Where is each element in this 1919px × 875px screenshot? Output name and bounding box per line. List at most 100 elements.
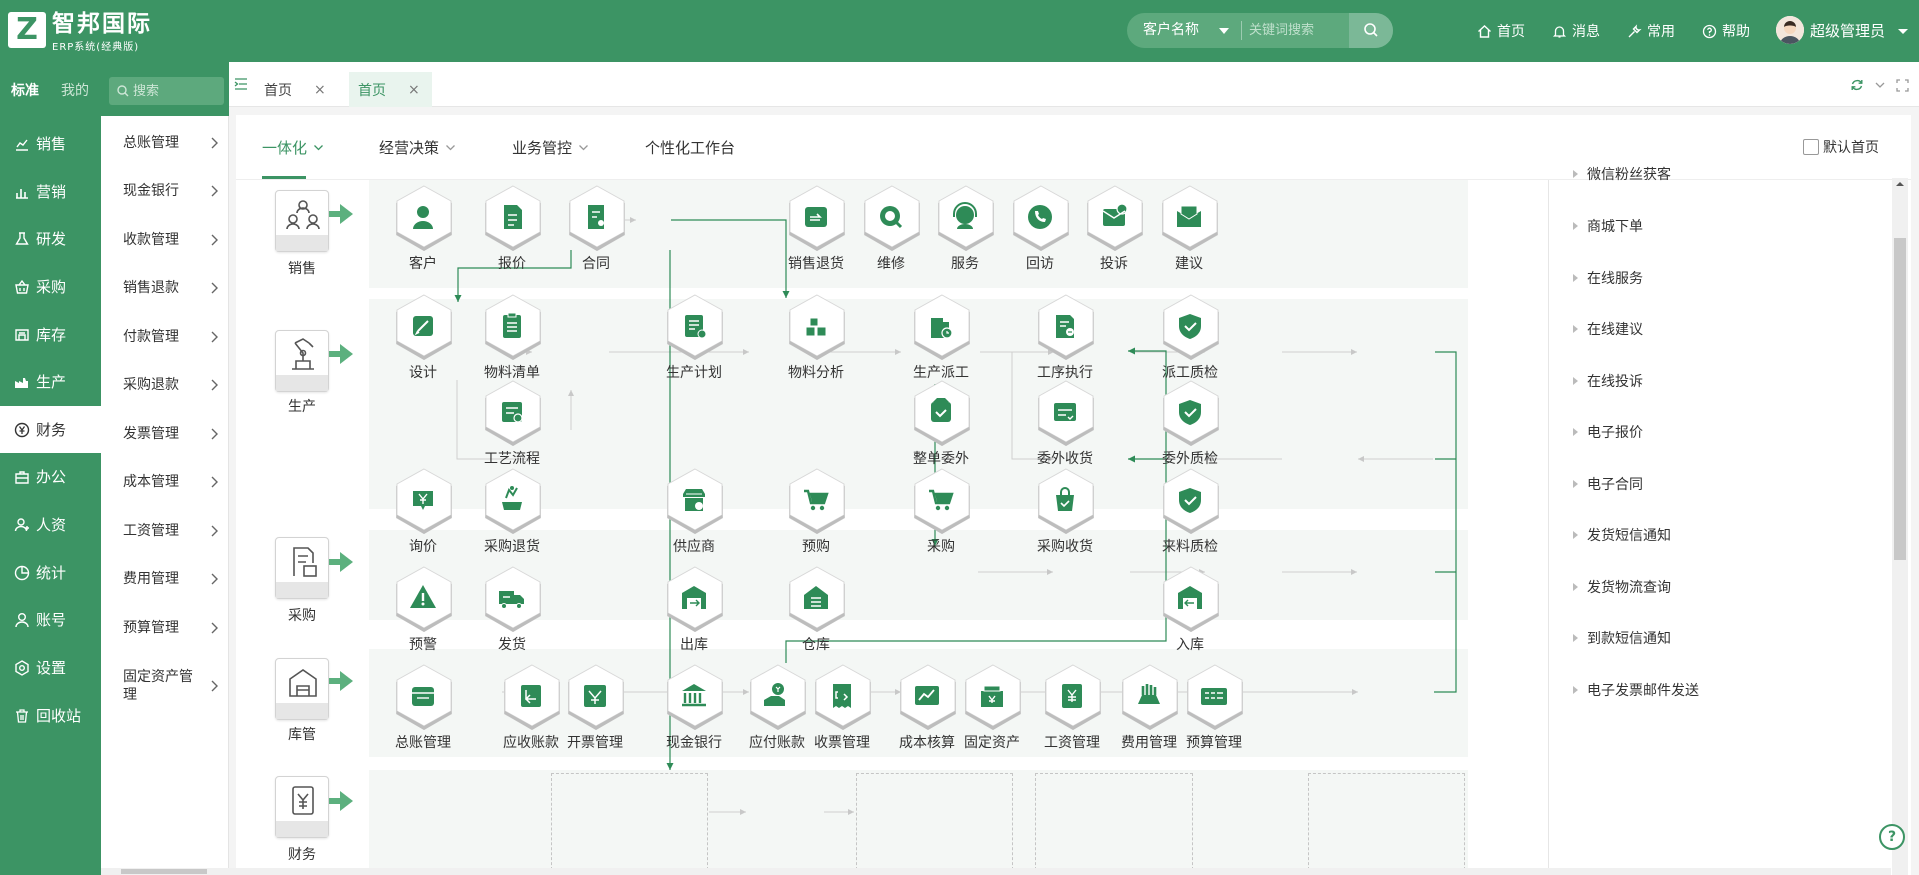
node-wwzj[interactable]: 委外质检: [1154, 380, 1226, 467]
sub-item-7[interactable]: 成本管理: [101, 472, 229, 492]
node-zdww[interactable]: 整单委外: [905, 380, 977, 467]
node-cangku[interactable]: 仓库: [780, 566, 852, 653]
mode-mine[interactable]: 我的: [50, 70, 100, 112]
node-ysgl[interactable]: 预算管理: [1178, 664, 1250, 751]
tab-close-icon[interactable]: ×: [408, 82, 420, 98]
nav-item-4[interactable]: 库存: [0, 311, 101, 358]
node-wlqd[interactable]: 物料清单: [476, 294, 548, 381]
node-yugou[interactable]: 预购: [780, 468, 852, 555]
node-spgl[interactable]: 收票管理: [806, 664, 878, 751]
service-item-3[interactable]: 在线建议: [1573, 319, 1643, 339]
nav-item-5[interactable]: 生产: [0, 358, 101, 405]
node-cgsh[interactable]: 采购收货: [1029, 468, 1101, 555]
tab-control[interactable]: 业务管控: [512, 137, 589, 158]
nav-item-9[interactable]: 统计: [0, 549, 101, 596]
node-wlfx[interactable]: 物料分析: [780, 294, 852, 381]
nav-item-2[interactable]: 研发: [0, 215, 101, 262]
node-wwsh[interactable]: 委外收货: [1029, 380, 1101, 467]
tab-decision[interactable]: 经营决策: [379, 137, 456, 158]
nav-item-7[interactable]: 办公: [0, 453, 101, 500]
node-xunjia[interactable]: 询价: [387, 468, 459, 555]
chevron-down-icon[interactable]: [1874, 79, 1886, 91]
scrollbar-thumb[interactable]: [1894, 238, 1906, 560]
tab-personal[interactable]: 个性化工作台: [645, 137, 735, 158]
sub-item-5[interactable]: 采购退款: [101, 375, 229, 395]
mode-standard[interactable]: 标准: [0, 70, 50, 112]
node-kehu[interactable]: 客户: [387, 185, 459, 272]
default-home-toggle[interactable]: 默认首页: [1803, 137, 1879, 157]
user-name[interactable]: 超级管理员: [1810, 0, 1885, 62]
node-zzgl[interactable]: 总账管理: [387, 664, 459, 751]
service-item-6[interactable]: 电子合同: [1573, 474, 1643, 494]
tab-close-icon[interactable]: ×: [314, 82, 326, 98]
service-item-9[interactable]: 到款短信通知: [1573, 628, 1671, 648]
service-item-2[interactable]: 在线服务: [1573, 268, 1643, 288]
sub-item-9[interactable]: 费用管理: [101, 569, 229, 589]
node-hetong[interactable]: 合同: [560, 185, 632, 272]
node-gxzx[interactable]: 工序执行: [1029, 294, 1101, 381]
node-cgth[interactable]: 采购退货: [476, 468, 548, 555]
node-pgzj[interactable]: 派工质检: [1154, 294, 1226, 381]
tab-integrated[interactable]: 一体化: [262, 137, 324, 158]
service-item-10[interactable]: 电子发票邮件发送: [1573, 680, 1699, 700]
nav-item-6[interactable]: 财务: [0, 406, 101, 453]
sub-item-6[interactable]: 发票管理: [101, 424, 229, 444]
nav-item-12[interactable]: 回收站: [0, 692, 101, 739]
nav-favorites[interactable]: 常用: [1627, 0, 1675, 62]
sub-item-8[interactable]: 工资管理: [101, 521, 229, 541]
nav-help[interactable]: 帮助: [1702, 0, 1750, 62]
search-field-select[interactable]: 客户名称: [1143, 13, 1199, 48]
node-sheji[interactable]: 设计: [387, 294, 459, 381]
sub-item-3[interactable]: 销售退款: [101, 278, 229, 298]
app-logo[interactable]: Z 智邦国际 ERP系统(经典版): [8, 11, 173, 53]
node-kpgl[interactable]: 开票管理: [559, 664, 631, 751]
refresh-icon[interactable]: [1850, 78, 1864, 92]
floating-help-button[interactable]: ?: [1879, 824, 1905, 850]
fullscreen-icon[interactable]: [1896, 78, 1909, 92]
node-gys[interactable]: 供应商: [658, 468, 730, 555]
scroll-up-icon[interactable]: [1892, 178, 1908, 190]
node-chuku[interactable]: 出库: [658, 566, 730, 653]
nav-item-10[interactable]: 账号: [0, 596, 101, 643]
vertical-scrollbar[interactable]: [1892, 178, 1908, 875]
nav-item-3[interactable]: 采购: [0, 263, 101, 310]
node-scjh[interactable]: 生产计划: [658, 294, 730, 381]
sub-item-4[interactable]: 付款管理: [101, 327, 229, 347]
tab-home-1[interactable]: 首页 ×: [254, 72, 338, 107]
node-llzj[interactable]: 来料质检: [1154, 468, 1226, 555]
sub-item-11[interactable]: 固定资产管理: [101, 668, 229, 704]
service-item-7[interactable]: 发货短信通知: [1573, 525, 1671, 545]
nav-item-8[interactable]: 人资: [0, 501, 101, 548]
service-item-1[interactable]: 商城下单: [1573, 216, 1643, 236]
node-scpg[interactable]: 生产派工: [905, 294, 977, 381]
sub-search-input[interactable]: [133, 77, 221, 105]
avatar[interactable]: [1776, 16, 1804, 44]
user-menu-caret-icon[interactable]: [1898, 29, 1908, 34]
service-item-0[interactable]: 微信粉丝获客: [1573, 164, 1671, 184]
node-yujing[interactable]: 预警: [387, 566, 459, 653]
sub-item-2[interactable]: 收款管理: [101, 230, 229, 250]
nav-home[interactable]: 首页: [1477, 0, 1525, 62]
node-gylc[interactable]: 工艺流程: [476, 380, 548, 467]
caret-down-icon[interactable]: [1219, 28, 1229, 34]
nav-item-0[interactable]: 销售: [0, 120, 101, 167]
menu-collapse-icon[interactable]: [234, 77, 248, 91]
service-item-4[interactable]: 在线投诉: [1573, 371, 1643, 391]
sub-item-10[interactable]: 预算管理: [101, 618, 229, 638]
nav-item-11[interactable]: 设置: [0, 644, 101, 691]
scrollbar-thumb[interactable]: [121, 869, 207, 874]
tab-home-2[interactable]: 首页 ×: [349, 72, 432, 107]
node-fahuo[interactable]: 发货: [476, 566, 548, 653]
node-baojia[interactable]: 报价: [476, 185, 548, 272]
node-xjyh[interactable]: 现金银行: [658, 664, 730, 751]
search-button[interactable]: [1349, 13, 1393, 48]
service-item-8[interactable]: 发货物流查询: [1573, 577, 1671, 597]
default-home-checkbox[interactable]: [1803, 139, 1819, 155]
node-jianyi[interactable]: 建议: [1153, 185, 1225, 272]
nav-messages[interactable]: 消息: [1552, 0, 1600, 62]
sub-item-0[interactable]: 总账管理: [101, 133, 229, 153]
nav-item-1[interactable]: 营销: [0, 168, 101, 215]
node-caigou[interactable]: 采购: [905, 468, 977, 555]
horizontal-scrollbar[interactable]: [101, 868, 1891, 875]
node-ruku[interactable]: 入库: [1154, 566, 1226, 653]
